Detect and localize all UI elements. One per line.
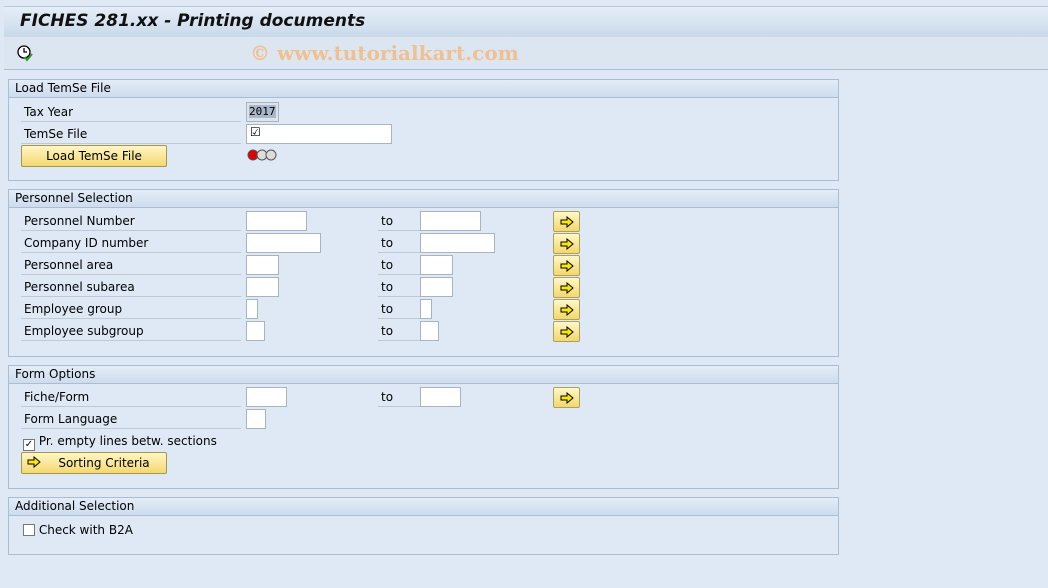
b2a-checkbox[interactable] [23,524,35,536]
form-language-field[interactable] [246,409,266,429]
to-label: to [378,299,420,319]
from-field[interactable] [246,277,279,297]
arrow-right-icon [27,456,41,468]
fiche-form-to-field[interactable] [420,387,461,407]
to-label: to [378,233,420,253]
execute-button[interactable] [16,44,34,65]
field-label: Personnel Number [21,211,241,231]
group-header: Additional Selection [9,498,838,516]
to-label: to [378,211,420,231]
arrow-right-icon [560,215,574,228]
multiple-selection-button[interactable] [553,211,580,232]
multiple-selection-button[interactable] [553,277,580,298]
field-label: Employee group [21,299,241,319]
to-field[interactable] [420,255,453,275]
arrow-right-icon [560,325,574,338]
field-label: Personnel subarea [21,277,241,297]
clock-execute-icon [17,45,33,62]
arrow-right-icon [560,281,574,294]
to-label: to [378,387,420,407]
form-options-group: Form Options Fiche/Form to Form Language… [8,365,839,489]
from-field[interactable] [246,233,321,253]
to-label: to [378,277,420,297]
to-field[interactable] [420,277,453,297]
field-label: Employee subgroup [21,321,241,341]
group-header: Form Options [9,366,838,384]
from-field[interactable] [246,211,307,231]
to-field[interactable] [420,321,439,341]
page-title: FICHES 281.xx - Printing documents [20,11,366,31]
personnel-selection-group: Personnel Selection Personnel Number to … [8,189,839,357]
b2a-label: Check with B2A [38,523,133,537]
arrow-right-icon [560,391,574,404]
from-field[interactable] [246,321,265,341]
empty-lines-checkbox[interactable]: ✓ [23,439,35,451]
fiche-form-label: Fiche/Form [21,387,241,407]
watermark: © www.tutorialkart.com [250,41,519,65]
checkbox-required-icon: ☑ [250,125,261,139]
load-temse-button[interactable]: Load TemSe File [21,145,167,167]
field-label: Company ID number [21,233,241,253]
to-field[interactable] [420,233,495,253]
multiple-selection-button[interactable] [553,321,580,342]
group-header: Load TemSe File [9,80,838,98]
temse-file-label: TemSe File [21,124,241,144]
multiple-selection-button[interactable] [553,255,580,276]
group-header: Personnel Selection [9,190,838,208]
to-label: to [378,255,420,275]
empty-lines-label: Pr. empty lines betw. sections [38,434,217,448]
from-field[interactable] [246,299,258,319]
fiche-form-from-field[interactable] [246,387,287,407]
b2a-option[interactable]: Check with B2A [23,523,133,537]
from-field[interactable] [246,255,279,275]
title-bar: FICHES 281.xx - Printing documents [4,6,1048,37]
tax-year-label: Tax Year [21,102,241,122]
empty-lines-option[interactable]: ✓ Pr. empty lines betw. sections [23,434,217,451]
to-field[interactable] [420,299,432,319]
multiple-selection-button[interactable] [553,233,580,254]
to-label: to [378,321,420,341]
status-traffic-light-icon [247,149,277,164]
temse-file-field[interactable]: ☑ [246,124,392,144]
multiple-selection-button[interactable] [553,387,580,408]
toolbar: © www.tutorialkart.com [4,37,1048,70]
to-field[interactable] [420,211,481,231]
form-language-label: Form Language [21,409,241,429]
arrow-right-icon [560,237,574,250]
field-label: Personnel area [21,255,241,275]
arrow-right-icon [560,303,574,316]
arrow-right-icon [560,259,574,272]
sorting-criteria-label: Sorting Criteria [58,456,150,470]
multiple-selection-button[interactable] [553,299,580,320]
sorting-criteria-button[interactable]: Sorting Criteria [21,452,167,474]
additional-selection-group: Additional Selection Check with B2A [8,497,839,555]
load-temse-group: Load TemSe File Tax Year 2017 TemSe File… [8,79,839,181]
tax-year-field[interactable]: 2017 [249,105,276,118]
